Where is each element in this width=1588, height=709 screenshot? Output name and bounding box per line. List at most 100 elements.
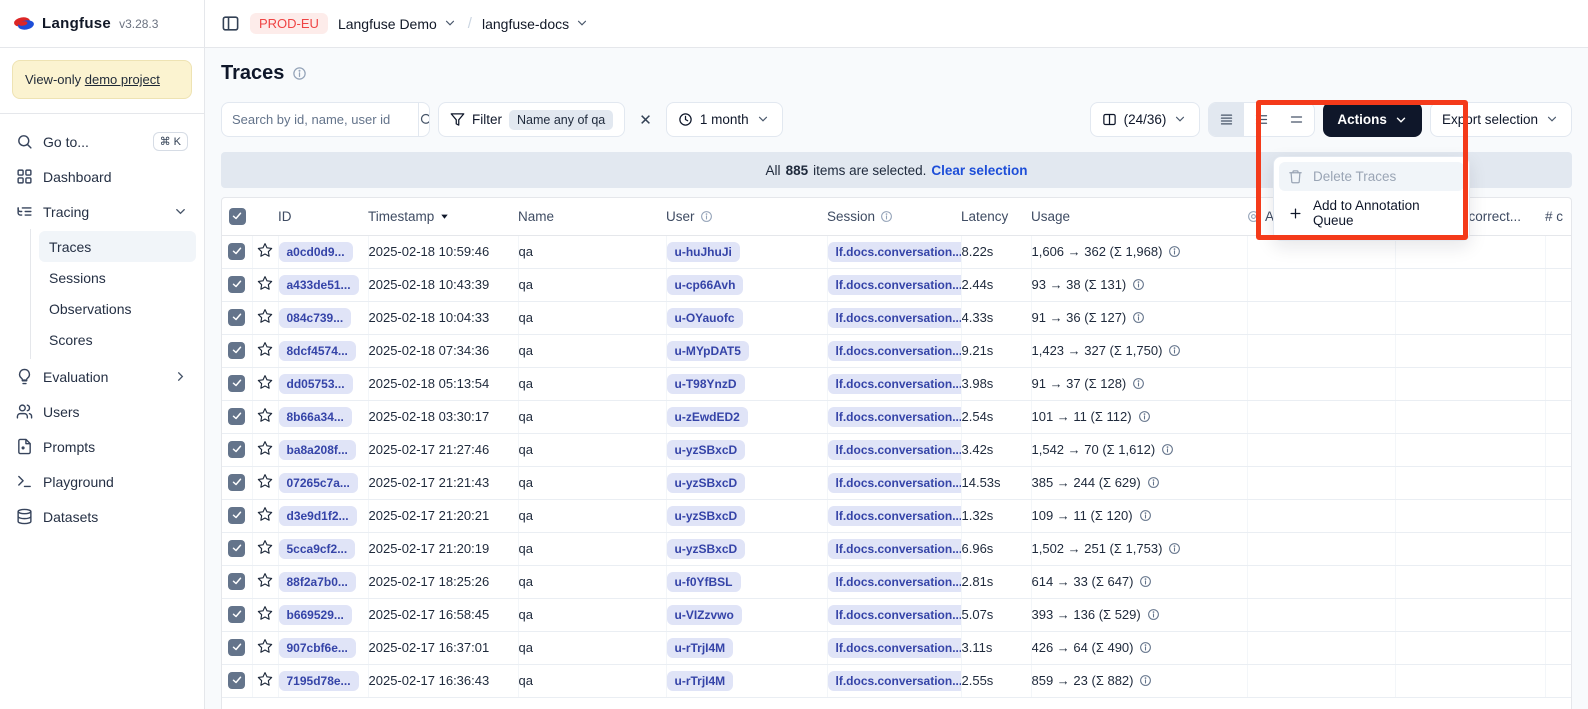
goto-search[interactable]: Go to... ⌘ K	[8, 124, 196, 159]
table-row[interactable]: a433de51... 2025-02-18 10:43:39 qa u-cp6…	[222, 268, 1572, 301]
trace-id-badge[interactable]: 084c739...	[279, 308, 352, 328]
bookmark-star-icon[interactable]	[257, 440, 273, 456]
sidebar-item-playground[interactable]: Playground	[8, 464, 196, 499]
trace-id-badge[interactable]: b669529...	[279, 605, 352, 625]
bookmark-star-icon[interactable]	[257, 671, 273, 687]
bookmark-star-icon[interactable]	[257, 506, 273, 522]
sidebar-item-dashboard[interactable]: Dashboard	[8, 159, 196, 194]
user-badge[interactable]: u-T98YnzD	[667, 374, 745, 394]
bookmark-star-icon[interactable]	[257, 275, 273, 291]
sidebar-item-scores[interactable]: Scores	[39, 324, 196, 355]
info-icon[interactable]	[1139, 575, 1152, 588]
session-badge[interactable]: lf.docs.conversation...	[828, 341, 962, 361]
row-checkbox[interactable]	[228, 606, 245, 623]
user-badge[interactable]: u-huJhuJi	[667, 242, 740, 262]
info-icon[interactable]	[1168, 542, 1181, 555]
row-checkbox[interactable]	[228, 342, 245, 359]
row-checkbox[interactable]	[228, 375, 245, 392]
info-icon[interactable]	[1132, 311, 1145, 324]
user-badge[interactable]: u-VIZzvwo	[667, 605, 742, 625]
table-row[interactable]: 5cca9cf2... 2025-02-17 21:20:19 qa u-yzS…	[222, 532, 1572, 565]
menu-item-add-annotation-queue[interactable]: Add to Annotation Queue	[1279, 191, 1464, 235]
project-breadcrumb[interactable]: langfuse-docs	[482, 16, 590, 32]
table-row[interactable]: ba8a208f... 2025-02-17 21:27:46 qa u-yzS…	[222, 433, 1572, 466]
org-breadcrumb[interactable]: Langfuse Demo	[338, 16, 458, 32]
row-height-medium-button[interactable]	[1244, 103, 1279, 136]
bookmark-star-icon[interactable]	[257, 605, 273, 621]
user-badge[interactable]: u-zEwdED2	[667, 407, 748, 427]
session-badge[interactable]: lf.docs.conversation...	[828, 506, 962, 526]
session-badge[interactable]: lf.docs.conversation...	[828, 572, 962, 592]
bookmark-star-icon[interactable]	[257, 407, 273, 423]
trace-id-badge[interactable]: dd05753...	[279, 374, 353, 394]
table-row[interactable]: 084c739... 2025-02-18 10:04:33 qa u-OYau…	[222, 301, 1572, 334]
col-header-usage[interactable]: Usage	[1031, 198, 1247, 235]
bookmark-star-icon[interactable]	[257, 242, 273, 258]
bookmark-star-icon[interactable]	[257, 308, 273, 324]
user-badge[interactable]: u-yzSBxcD	[667, 440, 746, 460]
table-row[interactable]: 7195d78e... 2025-02-17 16:36:43 qa u-rTr…	[222, 664, 1572, 697]
user-badge[interactable]: u-OYauofc	[667, 308, 743, 328]
info-icon[interactable]	[1161, 443, 1174, 456]
table-row[interactable]: b669529... 2025-02-17 16:58:45 qa u-VIZz…	[222, 598, 1572, 631]
table-row[interactable]: d3e9d1f2... 2025-02-17 21:20:21 qa u-yzS…	[222, 499, 1572, 532]
columns-button[interactable]: (24/36)	[1090, 102, 1201, 137]
search-icon[interactable]	[418, 103, 430, 136]
sidebar-item-sessions[interactable]: Sessions	[39, 262, 196, 293]
row-height-large-button[interactable]	[1279, 103, 1314, 136]
row-checkbox[interactable]	[228, 474, 245, 491]
row-checkbox[interactable]	[228, 507, 245, 524]
export-selection-button[interactable]: Export selection	[1430, 102, 1572, 137]
sidebar-item-traces[interactable]: Traces	[39, 231, 196, 262]
sidebar-item-observations[interactable]: Observations	[39, 293, 196, 324]
table-row[interactable]: 8dcf4574... 2025-02-18 07:34:36 qa u-MYp…	[222, 334, 1572, 367]
info-icon[interactable]	[1147, 476, 1160, 489]
time-range-button[interactable]: 1 month	[666, 102, 783, 137]
trace-id-badge[interactable]: ba8a208f...	[279, 440, 356, 460]
row-checkbox[interactable]	[228, 540, 245, 557]
bookmark-star-icon[interactable]	[257, 638, 273, 654]
info-icon[interactable]	[1168, 344, 1181, 357]
bookmark-star-icon[interactable]	[257, 374, 273, 390]
row-checkbox[interactable]	[228, 408, 245, 425]
col-header-session[interactable]: Session	[827, 198, 961, 235]
table-row[interactable]: 07265c7a... 2025-02-17 21:21:43 qa u-yzS…	[222, 466, 1572, 499]
col-header-timestamp[interactable]: Timestamp	[368, 198, 518, 235]
sidebar-item-prompts[interactable]: Prompts	[8, 429, 196, 464]
session-badge[interactable]: lf.docs.conversation...	[828, 407, 962, 427]
row-checkbox[interactable]	[228, 639, 245, 656]
sidebar-item-tracing[interactable]: Tracing	[8, 194, 196, 229]
bookmark-star-icon[interactable]	[257, 539, 273, 555]
demo-project-link[interactable]: demo project	[85, 72, 160, 87]
table-row[interactable]: 907cbf6e... 2025-02-17 16:37:01 qa u-rTr…	[222, 631, 1572, 664]
trace-id-badge[interactable]: 88f2a7b0...	[279, 572, 356, 592]
user-badge[interactable]: u-rTrjI4M	[667, 638, 734, 658]
trace-id-badge[interactable]: 07265c7a...	[279, 473, 358, 493]
session-badge[interactable]: lf.docs.conversation...	[828, 440, 962, 460]
user-badge[interactable]: u-f0YfBSL	[667, 572, 741, 592]
clear-filter-icon[interactable]: ✕	[633, 111, 658, 129]
sidebar-toggle-icon[interactable]	[221, 14, 240, 33]
user-badge[interactable]: u-MYpDAT5	[667, 341, 749, 361]
session-badge[interactable]: lf.docs.conversation...	[828, 242, 962, 262]
trace-id-badge[interactable]: a433de51...	[279, 275, 359, 295]
trace-id-badge[interactable]: 8dcf4574...	[279, 341, 356, 361]
info-icon[interactable]	[292, 66, 307, 81]
row-checkbox[interactable]	[228, 672, 245, 689]
trace-id-badge[interactable]: d3e9d1f2...	[279, 506, 357, 526]
session-badge[interactable]: lf.docs.conversation...	[828, 539, 962, 559]
row-checkbox[interactable]	[228, 573, 245, 590]
session-badge[interactable]: lf.docs.conversation...	[828, 275, 962, 295]
table-row[interactable]: dd05753... 2025-02-18 05:13:54 qa u-T98Y…	[222, 367, 1572, 400]
sidebar-item-users[interactable]: Users	[8, 394, 196, 429]
sidebar-item-datasets[interactable]: Datasets	[8, 499, 196, 534]
trace-id-badge[interactable]: 907cbf6e...	[279, 638, 356, 658]
info-icon[interactable]	[1168, 245, 1181, 258]
session-badge[interactable]: lf.docs.conversation...	[828, 671, 962, 691]
search-input[interactable]	[222, 112, 418, 127]
trace-id-badge[interactable]: 5cca9cf2...	[279, 539, 356, 559]
user-badge[interactable]: u-yzSBxcD	[667, 539, 746, 559]
filter-button[interactable]: Filter Name any of qa	[438, 102, 625, 137]
menu-item-delete-traces[interactable]: Delete Traces	[1279, 162, 1464, 191]
session-badge[interactable]: lf.docs.conversation...	[828, 605, 962, 625]
